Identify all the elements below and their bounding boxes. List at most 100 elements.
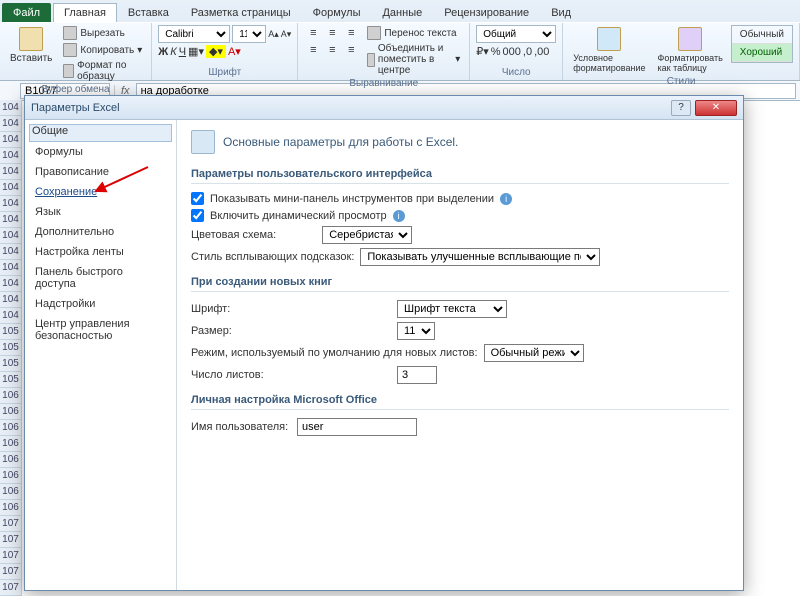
row-header[interactable]: 104: [0, 196, 21, 212]
row-header[interactable]: 104: [0, 244, 21, 260]
row-header[interactable]: 104: [0, 212, 21, 228]
sheets-count-label: Число листов:: [191, 369, 391, 381]
font-name-select[interactable]: Calibri: [158, 25, 230, 43]
row-header[interactable]: 104: [0, 116, 21, 132]
row-header[interactable]: 106: [0, 404, 21, 420]
tab-insert[interactable]: Вставка: [117, 3, 180, 22]
number-format-select[interactable]: Общий: [476, 25, 556, 43]
row-header[interactable]: 104: [0, 100, 21, 116]
tab-data[interactable]: Данные: [371, 3, 433, 22]
copy-button[interactable]: Копировать ▾: [60, 42, 145, 58]
info-icon[interactable]: i: [393, 210, 405, 222]
nav-general[interactable]: Общие: [29, 124, 172, 142]
row-header[interactable]: 106: [0, 484, 21, 500]
row-header[interactable]: 107: [0, 516, 21, 532]
nav-advanced[interactable]: Дополнительно: [29, 222, 172, 242]
decrease-decimal-button[interactable]: ,00: [534, 46, 549, 58]
row-header[interactable]: 107: [0, 548, 21, 564]
format-painter-button[interactable]: Формат по образцу: [60, 59, 145, 83]
merge-center-button[interactable]: Объединить и поместить в центре ▾: [364, 42, 463, 77]
percent-button[interactable]: %: [491, 46, 501, 58]
underline-button[interactable]: Ч: [179, 46, 186, 58]
nav-save[interactable]: Сохранение: [29, 182, 172, 202]
nav-language[interactable]: Язык: [29, 202, 172, 222]
tab-review[interactable]: Рецензирование: [433, 3, 540, 22]
row-header[interactable]: 106: [0, 452, 21, 468]
row-header[interactable]: 106: [0, 468, 21, 484]
row-header[interactable]: 107: [0, 532, 21, 548]
dialog-close-button[interactable]: ✕: [695, 100, 737, 116]
tab-file[interactable]: Файл: [2, 3, 51, 22]
row-header[interactable]: 106: [0, 500, 21, 516]
row-header[interactable]: 105: [0, 356, 21, 372]
chk-live-preview[interactable]: [191, 209, 204, 222]
font-color-button[interactable]: A▾: [228, 45, 241, 58]
row-header[interactable]: 105: [0, 372, 21, 388]
nav-quick-access[interactable]: Панель быстрого доступа: [29, 262, 172, 294]
align-bottom-button[interactable]: ≡: [342, 25, 360, 41]
tooltip-style-select[interactable]: Показывать улучшенные всплывающие подска…: [360, 248, 600, 266]
increase-decimal-button[interactable]: ,0: [523, 46, 532, 58]
row-header[interactable]: 104: [0, 228, 21, 244]
row-header[interactable]: 107: [0, 580, 21, 596]
row-header[interactable]: 104: [0, 164, 21, 180]
align-middle-button[interactable]: ≡: [323, 25, 341, 41]
paste-button[interactable]: Вставить: [6, 25, 56, 66]
tab-view[interactable]: Вид: [540, 3, 582, 22]
default-size-label: Размер:: [191, 325, 391, 337]
color-scheme-label: Цветовая схема:: [191, 229, 276, 241]
bold-button[interactable]: Ж: [158, 46, 168, 58]
format-as-table-button[interactable]: Форматировать как таблицу: [653, 25, 726, 75]
wrap-text-button[interactable]: Перенос текста: [364, 25, 463, 41]
align-left-button[interactable]: ≡: [304, 42, 322, 58]
ribbon-body: Вставить Вырезать Копировать ▾ Формат по…: [0, 22, 800, 80]
cut-button[interactable]: Вырезать: [60, 25, 145, 41]
style-normal[interactable]: Обычный: [732, 26, 792, 44]
sheets-count-input[interactable]: [397, 366, 437, 384]
tab-page-layout[interactable]: Разметка страницы: [180, 3, 302, 22]
currency-button[interactable]: ₽▾: [476, 45, 489, 58]
row-header[interactable]: 106: [0, 420, 21, 436]
row-header[interactable]: 106: [0, 436, 21, 452]
font-size-select[interactable]: 11: [232, 25, 266, 43]
default-view-select[interactable]: Обычный режим: [484, 344, 584, 362]
decrease-font-button[interactable]: A▾: [281, 29, 292, 40]
dialog-titlebar[interactable]: Параметры Excel ? ✕: [25, 96, 743, 120]
align-right-button[interactable]: ≡: [342, 42, 360, 58]
row-header[interactable]: 105: [0, 324, 21, 340]
style-good[interactable]: Хороший: [732, 44, 792, 62]
row-header[interactable]: 104: [0, 260, 21, 276]
info-icon[interactable]: i: [500, 193, 512, 205]
color-scheme-select[interactable]: Серебристая: [322, 226, 412, 244]
conditional-formatting-button[interactable]: Условное форматирование: [569, 25, 649, 75]
dialog-help-button[interactable]: ?: [671, 100, 691, 116]
row-header[interactable]: 104: [0, 180, 21, 196]
align-top-button[interactable]: ≡: [304, 25, 322, 41]
nav-customize-ribbon[interactable]: Настройка ленты: [29, 242, 172, 262]
nav-trust-center[interactable]: Центр управления безопасностью: [29, 314, 172, 346]
row-header[interactable]: 105: [0, 340, 21, 356]
default-font-select[interactable]: Шрифт текста: [397, 300, 507, 318]
nav-formulas[interactable]: Формулы: [29, 142, 172, 162]
italic-button[interactable]: К: [170, 46, 176, 58]
nav-addins[interactable]: Надстройки: [29, 294, 172, 314]
increase-font-button[interactable]: A▴: [268, 29, 279, 40]
row-header[interactable]: 104: [0, 308, 21, 324]
chk-mini-toolbar[interactable]: [191, 192, 204, 205]
default-size-select[interactable]: 11: [397, 322, 435, 340]
comma-button[interactable]: 000: [503, 46, 521, 58]
tab-home[interactable]: Главная: [53, 3, 117, 22]
border-button[interactable]: ▦▾: [188, 45, 204, 58]
cell-styles-gallery[interactable]: Обычный Хороший: [731, 25, 793, 63]
tab-formulas[interactable]: Формулы: [302, 3, 372, 22]
row-header[interactable]: 107: [0, 564, 21, 580]
fill-color-button[interactable]: ◆▾: [206, 45, 226, 58]
align-center-button[interactable]: ≡: [323, 42, 341, 58]
row-header[interactable]: 104: [0, 292, 21, 308]
row-header[interactable]: 104: [0, 276, 21, 292]
username-input[interactable]: [297, 418, 417, 436]
nav-proofing[interactable]: Правописание: [29, 162, 172, 182]
row-header[interactable]: 104: [0, 148, 21, 164]
row-header[interactable]: 106: [0, 388, 21, 404]
row-header[interactable]: 104: [0, 132, 21, 148]
